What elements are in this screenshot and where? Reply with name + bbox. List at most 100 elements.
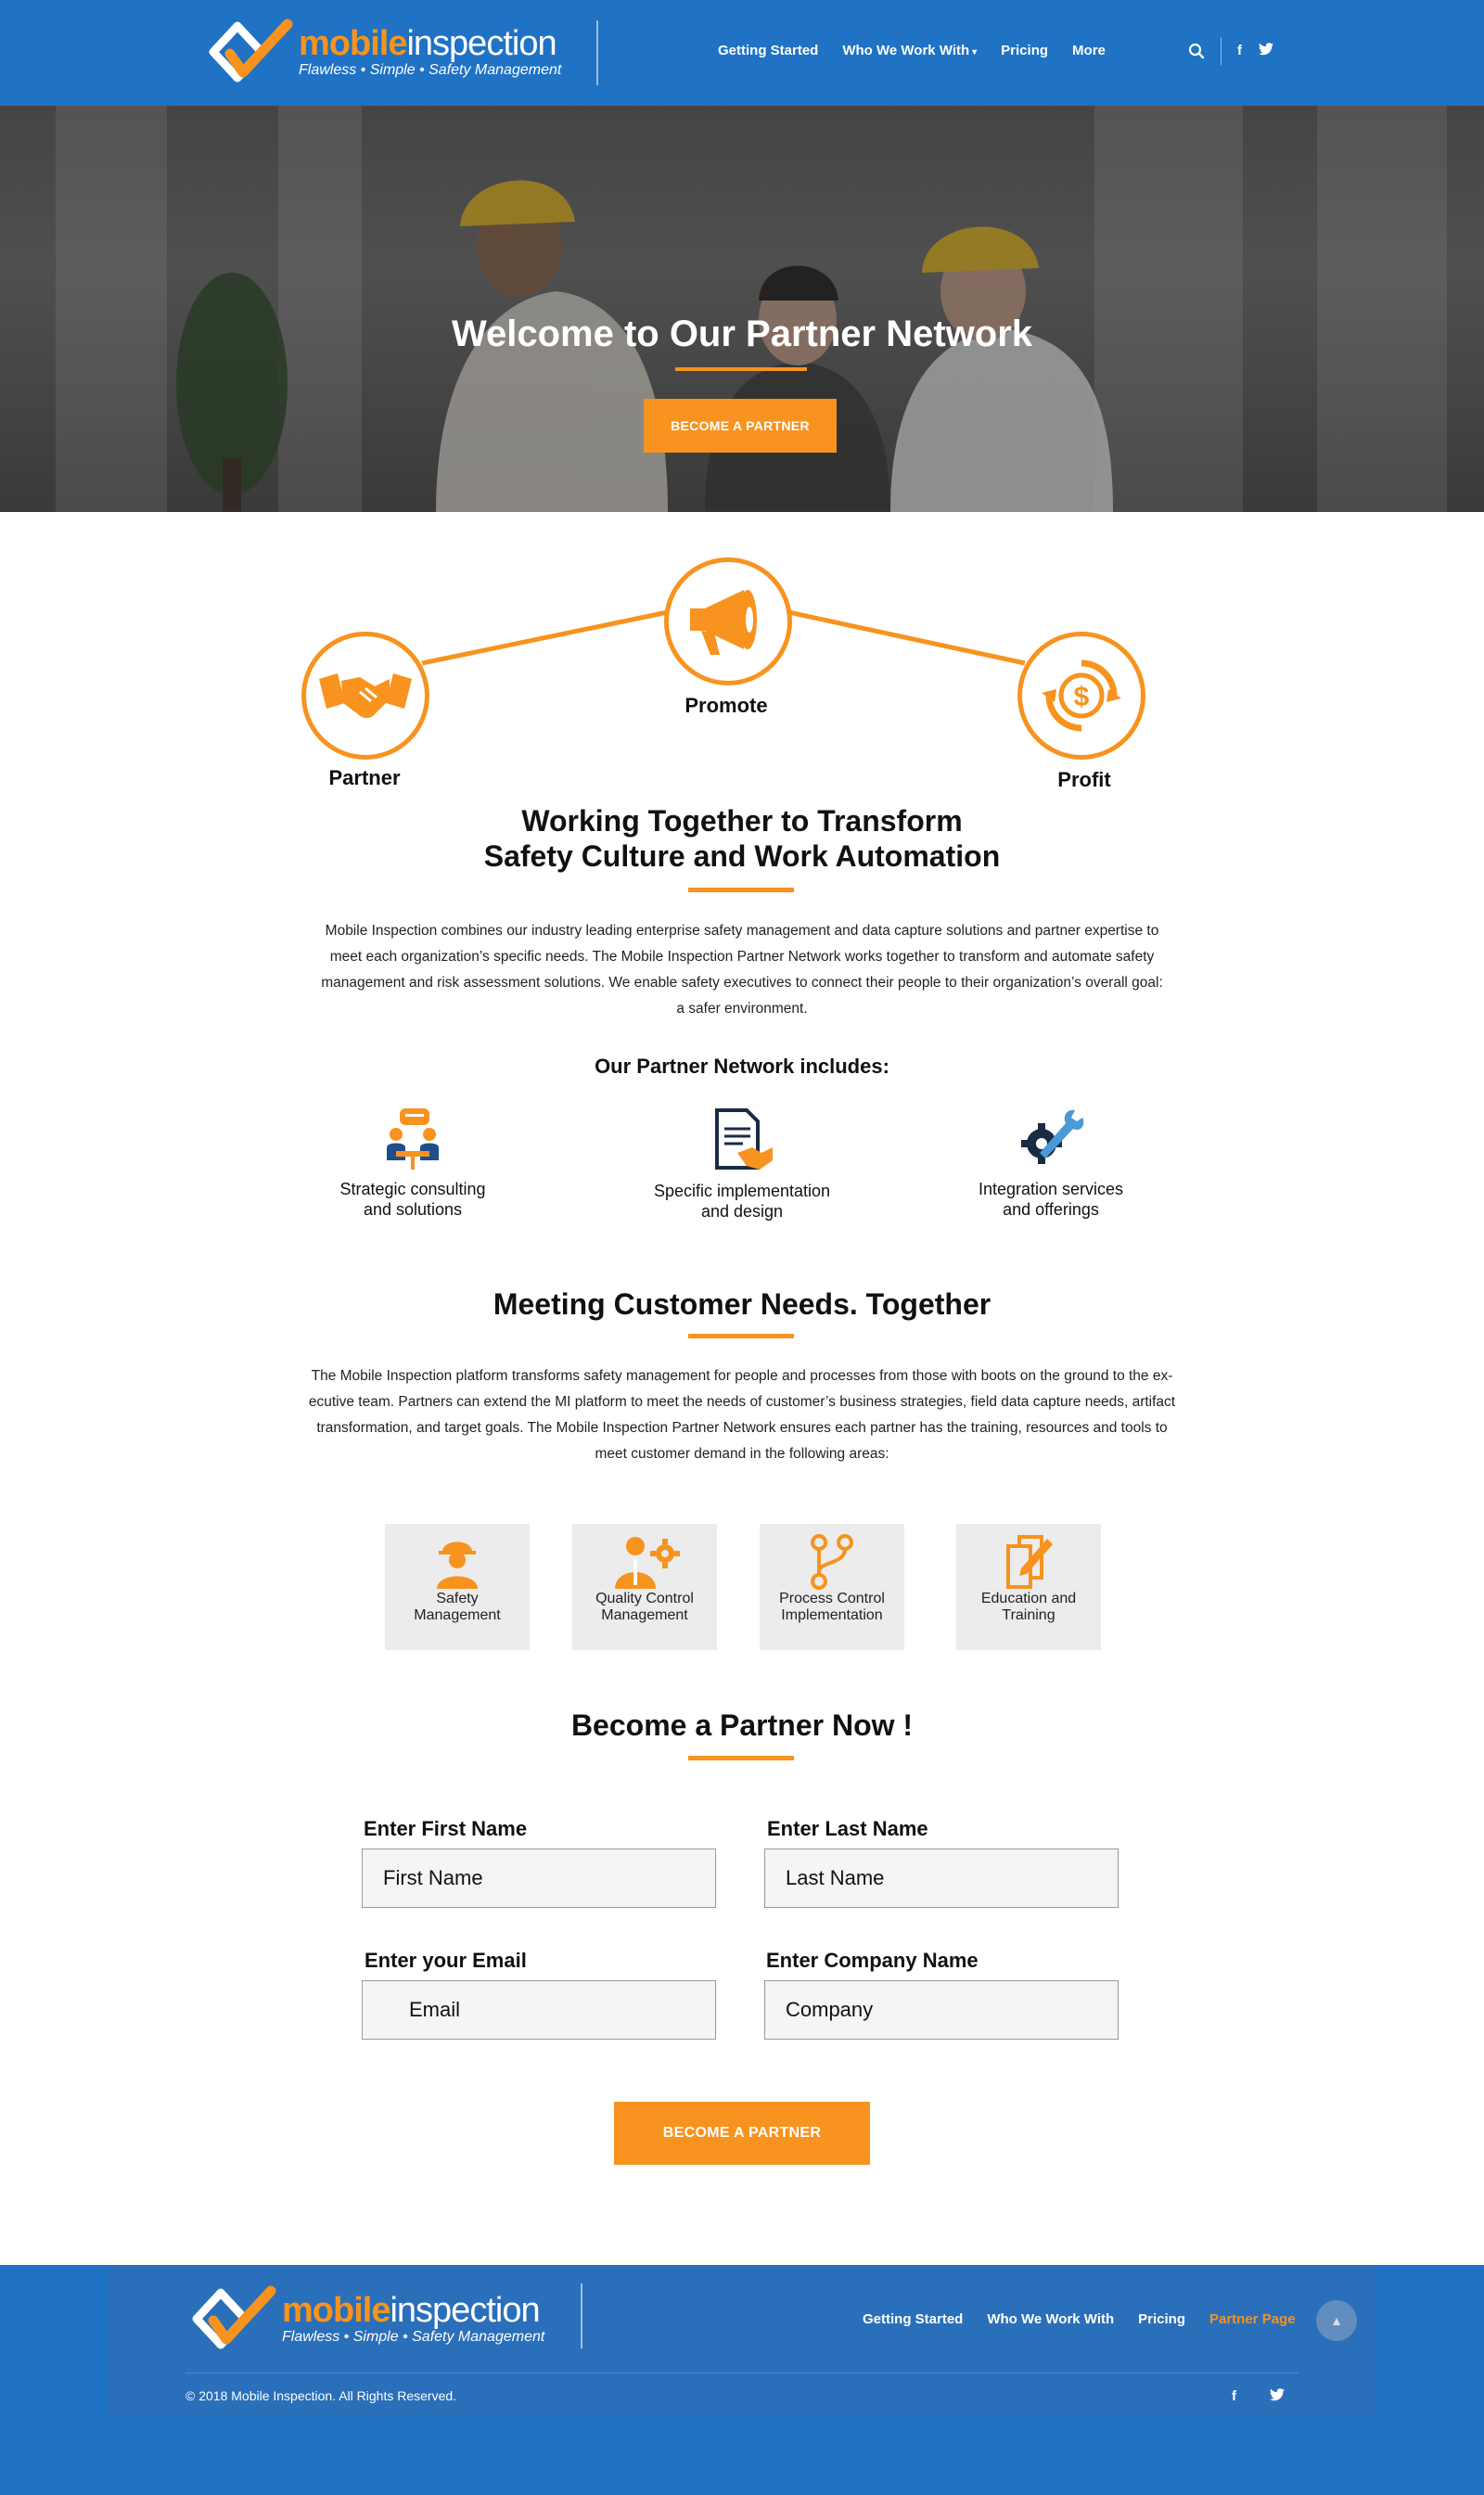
feature-label-line: and solutions	[363, 1200, 463, 1219]
card-label: Process Control Implementation	[760, 1591, 904, 1624]
first-name-input[interactable]	[362, 1849, 716, 1908]
facebook-icon[interactable]: f	[1232, 2388, 1236, 2404]
become-partner-hero-button[interactable]: BECOME A PARTNER	[644, 399, 837, 453]
dollar-cycle-icon: $	[1042, 659, 1121, 732]
card-quality-control[interactable]: Quality Control Management	[572, 1524, 717, 1650]
footer-logo-tagline: Flawless • Simple • Safety Management	[282, 2329, 545, 2345]
chevron-down-icon: ▾	[972, 47, 978, 58]
working-para-line: meet each organization’s specific needs.…	[329, 949, 1155, 965]
header-separator	[1221, 37, 1222, 65]
header-divider	[596, 20, 598, 85]
main-nav: Getting Started Who We Work With ▾ Pricin…	[718, 43, 1106, 58]
megaphone-icon	[690, 590, 757, 655]
card-process-control[interactable]: Process Control Implementation	[760, 1524, 904, 1650]
nav-pricing[interactable]: Pricing	[1001, 43, 1048, 58]
hero-title: Welcome to Our Partner Network	[451, 313, 1033, 354]
worker-gear-icon	[615, 1537, 680, 1589]
card-label-line: Process Control	[779, 1591, 885, 1606]
card-label-line: Education and	[980, 1591, 1077, 1606]
promote-label: Promote	[684, 694, 768, 717]
nav-getting-started[interactable]: Getting Started	[718, 43, 818, 58]
nav-who-we-work-with-label: Who We Work With	[842, 43, 970, 58]
promote-circle	[664, 557, 792, 685]
card-education-training[interactable]: Education and Training	[956, 1524, 1101, 1650]
site-logo[interactable]: mobileinspection Flawless • Simple • Saf…	[202, 17, 561, 87]
logo-tagline: Flawless • Simple • Safety Management	[299, 62, 562, 78]
footer-divider	[581, 2284, 582, 2348]
hardhat-worker-icon	[437, 1542, 478, 1589]
twitter-icon[interactable]	[1259, 43, 1273, 56]
search-icon[interactable]	[1188, 43, 1205, 59]
email-input[interactable]	[362, 1980, 716, 2040]
logo-mark-icon	[192, 2285, 276, 2349]
footer-logo[interactable]: mobileinspection Flawless • Simple • Saf…	[186, 2284, 544, 2354]
hero-underline	[675, 367, 807, 371]
footer-nav-getting-started[interactable]: Getting Started	[863, 2311, 963, 2327]
feature-label: Strategic consulting and solutions	[301, 1179, 524, 1220]
nav-more[interactable]: More	[1072, 43, 1106, 58]
working-title-line1: Working Together to Transform	[521, 804, 963, 838]
logo-mark-icon	[209, 19, 293, 83]
process-branch-icon	[811, 1534, 853, 1590]
gear-wrench-icon	[1021, 1109, 1084, 1164]
feature-label: Integration services and offerings	[940, 1179, 1162, 1220]
feature-label: Specific implementation and design	[631, 1181, 853, 1222]
become-partner-title: Become a Partner Now !	[570, 1708, 914, 1742]
twitter-icon[interactable]	[1270, 2388, 1285, 2401]
meeting-needs-title: Meeting Customer Needs. Together	[493, 1287, 991, 1321]
profit-circle: $	[1017, 632, 1145, 760]
working-paragraph: Mobile Inspection combines our industry …	[232, 918, 1252, 1022]
last-name-label: Enter Last Name	[767, 1817, 928, 1840]
card-label-line: Management	[414, 1607, 501, 1623]
logo-word-inspection: inspection	[406, 24, 556, 63]
pencil-document-icon	[1006, 1535, 1053, 1589]
nav-who-we-work-with[interactable]: Who We Work With ▾	[842, 43, 977, 58]
footer-social: f	[1232, 2388, 1285, 2404]
working-para-line: a safer environment.	[676, 1001, 808, 1017]
meeting-underline	[688, 1334, 794, 1338]
site-header: mobileinspection Flawless • Simple • Saf…	[0, 0, 1484, 106]
working-para-line: management and risk assessment solutions…	[321, 975, 1163, 991]
working-para-line: Mobile Inspection combines our industry …	[325, 923, 1159, 939]
card-label-line: Training	[1002, 1607, 1055, 1623]
working-title-line2: Safety Culture and Work Automation	[483, 839, 1001, 873]
card-label: Safety Management	[385, 1591, 530, 1624]
card-label-line: Safety	[436, 1591, 479, 1606]
meeting-para-line: meet customer demand in the following ar…	[595, 1446, 889, 1462]
feature-label-line: Integration services	[978, 1180, 1124, 1198]
feature-label-line: Specific implementation	[653, 1182, 831, 1200]
working-together-title: Working Together to Transform Safety Cul…	[0, 803, 1484, 874]
scroll-to-top-button[interactable]: ▲	[1316, 2300, 1357, 2341]
document-handshake-icon	[715, 1108, 773, 1170]
meeting-para-line: transformation, and target goals. The Mo…	[316, 1420, 1168, 1436]
meeting-paragraph: The Mobile Inspection platform transform…	[232, 1363, 1252, 1467]
chevron-up-icon: ▲	[1330, 2313, 1343, 2328]
card-safety-management[interactable]: Safety Management	[385, 1524, 530, 1650]
footer-panel: mobileinspection Flawless • Simple • Saf…	[108, 2265, 1375, 2415]
partner-circle	[301, 632, 429, 760]
feature-integration-services: Integration services and offerings	[940, 1107, 1162, 1220]
footer-nav-partner-page[interactable]: Partner Page	[1209, 2311, 1296, 2327]
company-name-label: Enter Company Name	[766, 1949, 979, 1972]
footer-nav-who-we-work-with[interactable]: Who We Work With	[987, 2311, 1114, 2327]
header-social: f	[1237, 43, 1273, 58]
facebook-icon[interactable]: f	[1237, 43, 1242, 58]
copyright-text: © 2018 Mobile Inspection. All Rights Res…	[186, 2388, 457, 2403]
logo-word-mobile: mobile	[299, 24, 407, 63]
handshake-icon	[319, 673, 412, 719]
partner-label: Partner	[328, 766, 401, 789]
consulting-icon	[387, 1108, 439, 1170]
become-partner-submit-button[interactable]: BECOME A PARTNER	[614, 2102, 870, 2165]
card-label-line: Implementation	[781, 1607, 883, 1623]
card-label-line: Quality Control	[595, 1591, 694, 1606]
email-label: Enter your Email	[365, 1949, 527, 1972]
meeting-para-line: ecutive team. Partners can extend the MI…	[308, 1394, 1176, 1410]
form-underline	[688, 1756, 794, 1760]
meeting-para-line: The Mobile Inspection platform transform…	[311, 1368, 1173, 1384]
feature-strategic-consulting: Strategic consulting and solutions	[301, 1107, 524, 1220]
company-input[interactable]	[764, 1980, 1119, 2040]
footer-nav-pricing[interactable]: Pricing	[1138, 2311, 1185, 2327]
feature-label-line: and design	[700, 1202, 784, 1221]
last-name-input[interactable]	[764, 1849, 1119, 1908]
partner-network-includes-title: Our Partner Network includes:	[595, 1055, 889, 1078]
